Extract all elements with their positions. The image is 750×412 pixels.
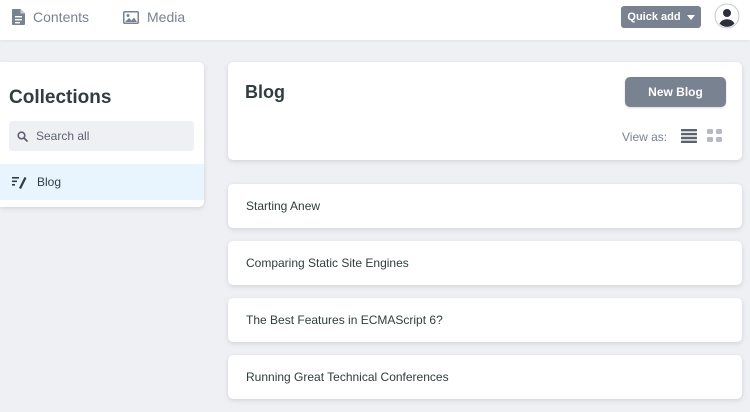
entry-card[interactable]: Starting Anew [228,184,742,228]
write-icon [12,176,27,189]
list-view-icon[interactable] [681,129,697,143]
entry-title: Starting Anew [246,199,321,213]
entry-card[interactable]: Running Great Technical Conferences [228,355,742,399]
quick-add-button[interactable]: Quick add [621,6,701,28]
caret-down-icon [686,14,695,20]
view-as-label: View as: [622,130,668,144]
sidebar-item-label: Blog [37,175,62,189]
collection-header-card: Blog New Blog View as: [228,62,742,160]
sidebar-title: Collections [9,87,112,108]
entry-title: Comparing Static Site Engines [246,256,409,270]
entry-card[interactable]: Comparing Static Site Engines [228,241,742,285]
entry-card[interactable]: The Best Features in ECMAScript 6? [228,298,742,342]
grid-view-icon[interactable] [707,129,723,143]
top-bar: Contents Media Quick add [0,0,750,40]
search-field[interactable] [9,121,194,151]
search-input[interactable] [36,129,186,143]
document-icon [12,9,25,25]
sidebar-item-blog[interactable]: Blog [0,164,204,200]
nav-contents-label: Contents [33,9,90,25]
nav-media-label: Media [147,9,186,25]
page-title: Blog [245,82,285,102]
image-icon [123,10,139,24]
search-icon [17,130,28,142]
new-entry-button[interactable]: New Blog [625,77,726,107]
entry-title: The Best Features in ECMAScript 6? [246,313,443,327]
entry-title: Running Great Technical Conferences [246,370,449,384]
nav-contents-link[interactable]: Contents [12,0,89,34]
nav-media-link[interactable]: Media [123,0,185,34]
quick-add-label: Quick add [627,11,681,23]
user-avatar-icon[interactable] [714,3,740,29]
